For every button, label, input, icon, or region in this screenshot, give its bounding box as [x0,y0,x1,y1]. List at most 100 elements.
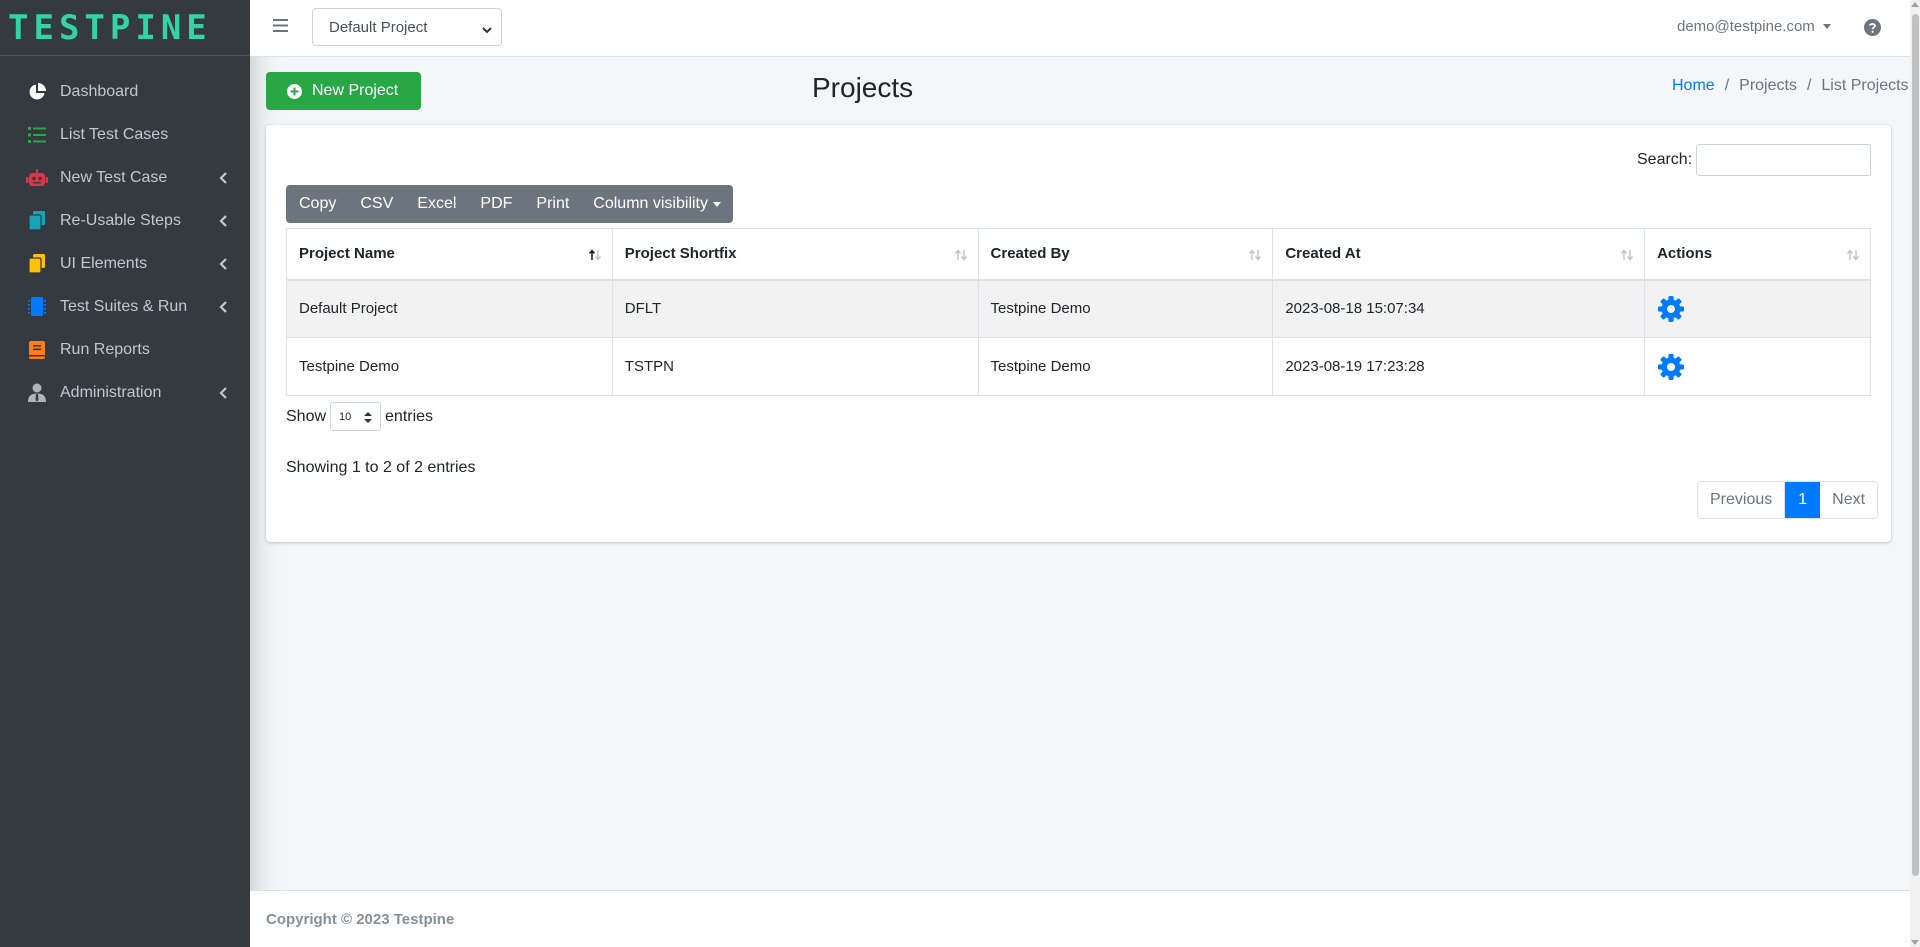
chevron-left-icon [218,300,228,314]
sidebar-item-list-test-cases[interactable]: List Test Cases [0,113,250,156]
breadcrumb-projects[interactable]: Projects [1739,77,1797,95]
brand-name: TESTPINE [8,7,212,48]
sidebar-item-new-test-case[interactable]: New Test Case [0,156,250,199]
pagination-previous[interactable]: Previous [1698,482,1786,518]
files-icon [26,254,48,274]
breadcrumb-home[interactable]: Home [1672,77,1715,95]
cell-project-shortfix: DFLT [611,279,979,338]
column-header-created-at[interactable]: Created At [1272,228,1646,281]
sort-icon [1248,248,1262,261]
search-input[interactable] [1696,144,1871,176]
column-header-created-by[interactable]: Created By [977,228,1274,281]
plus-circle-icon [287,83,302,99]
pagination-next[interactable]: Next [1820,482,1877,518]
sidebar-item-label: Re-Usable Steps [60,211,181,229]
microchip-icon [26,297,48,317]
sidebar-item-label: UI Elements [60,254,148,272]
chevron-left-icon [218,214,228,228]
scroll-up-arrow-icon[interactable] [1911,2,1919,7]
sort-icon [954,248,968,261]
csv-button[interactable]: CSV [348,185,405,223]
cell-created-at: 2023-08-18 15:07:34 [1272,279,1646,338]
copy-icon [26,211,48,231]
cell-project-name: Testpine Demo [286,337,613,396]
cell-actions [1644,337,1871,396]
column-header-actions[interactable]: Actions [1644,228,1871,281]
sidebar-nav: Dashboard List Test Cases New Test Case … [0,56,250,414]
breadcrumb-separator: / [1806,77,1812,94]
cell-project-name: Default Project [286,279,613,338]
table-row: Testpine Demo TSTPN Testpine Demo 2023-0… [286,337,1871,396]
pagination: Previous 1 Next [1697,481,1879,519]
gear-icon[interactable] [1657,295,1685,323]
sidebar-item-dashboard[interactable]: Dashboard [0,70,250,113]
search-label: Search: [1637,151,1693,168]
column-header-label: Project Name [299,245,395,263]
breadcrumb: Home / Projects / List Projects [1672,77,1909,95]
show-entries: Show 10 entries [286,402,433,431]
brand-logo[interactable]: TESTPINE [0,0,250,56]
page-scrollbar[interactable] [1910,0,1920,947]
cell-created-at: 2023-08-19 17:23:28 [1272,337,1646,396]
print-button[interactable]: Print [524,185,581,223]
sidebar-item-label: List Test Cases [60,125,169,143]
entries-length-value: 10 [339,410,352,423]
pie-chart-icon [26,82,48,102]
table-header-row: Project Name Project Shortfix Created By… [286,228,1871,281]
sidebar-item-label: Dashboard [60,82,139,100]
sidebar-item-run-reports[interactable]: Run Reports [0,328,250,371]
sidebar: TESTPINE Dashboard List Test Cases New T… [0,0,250,947]
pagination-page-1[interactable]: 1 [1785,482,1821,518]
new-project-button[interactable]: New Project [266,72,421,110]
column-header-project-shortfix[interactable]: Project Shortfix [611,228,979,281]
chevron-left-icon [218,257,228,271]
copy-button[interactable]: Copy [286,185,348,223]
sort-icon [1846,248,1860,261]
caret-down-icon [1822,24,1831,29]
sidebar-item-label: Administration [60,383,162,401]
list-icon [26,125,48,145]
gear-icon[interactable] [1657,353,1685,381]
column-visibility-button[interactable]: Column visibility [581,185,733,223]
cell-created-by: Testpine Demo [977,279,1274,338]
scroll-down-arrow-icon[interactable] [1911,940,1919,945]
sidebar-item-administration[interactable]: Administration [0,371,250,414]
sidebar-item-test-suites-run[interactable]: Test Suites & Run [0,285,250,328]
new-project-label: New Project [312,82,399,99]
breadcrumb-separator: / [1724,77,1730,94]
help-icon[interactable] [1864,19,1881,36]
chevron-down-icon [482,22,492,34]
sort-icon [1620,248,1634,261]
projects-table: Project Name Project Shortfix Created By… [286,228,1871,396]
project-select[interactable]: Default Project [312,8,502,46]
scrollbar-thumb[interactable] [1912,14,1919,876]
column-header-label: Project Shortfix [624,245,737,263]
cell-created-by: Testpine Demo [977,337,1274,396]
book-icon [26,340,48,360]
robot-icon [26,168,48,188]
page-title: Projects [812,72,914,103]
user-email: demo@testpine.com [1677,18,1815,35]
excel-button[interactable]: Excel [405,185,468,223]
footer: Copyright © 2023 Testpine [250,890,1910,947]
project-select-value: Default Project [329,18,428,36]
column-header-label: Actions [1657,245,1713,263]
user-menu[interactable]: demo@testpine.com [1677,18,1831,35]
sidebar-item-label: Run Reports [60,340,150,358]
column-visibility-label: Column visibility [593,195,708,212]
chevron-left-icon [218,386,228,400]
export-button-group: Copy CSV Excel PDF Print Column visibili… [286,185,733,223]
chevron-left-icon [218,171,228,185]
top-navbar: Default Project demo@testpine.com [250,0,1910,57]
column-header-project-name[interactable]: Project Name [286,228,613,281]
entries-length-select[interactable]: 10 [330,402,382,431]
select-updown-icon [364,412,373,423]
pdf-button[interactable]: PDF [468,185,524,223]
sidebar-item-ui-elements[interactable]: UI Elements [0,242,250,285]
column-header-label: Created By [990,245,1070,263]
sidebar-item-re-usable-steps[interactable]: Re-Usable Steps [0,199,250,242]
sidebar-item-label: Test Suites & Run [60,297,188,315]
hamburger-menu-icon[interactable] [273,19,288,32]
column-header-label: Created At [1285,245,1361,263]
show-label: Show [286,407,327,425]
